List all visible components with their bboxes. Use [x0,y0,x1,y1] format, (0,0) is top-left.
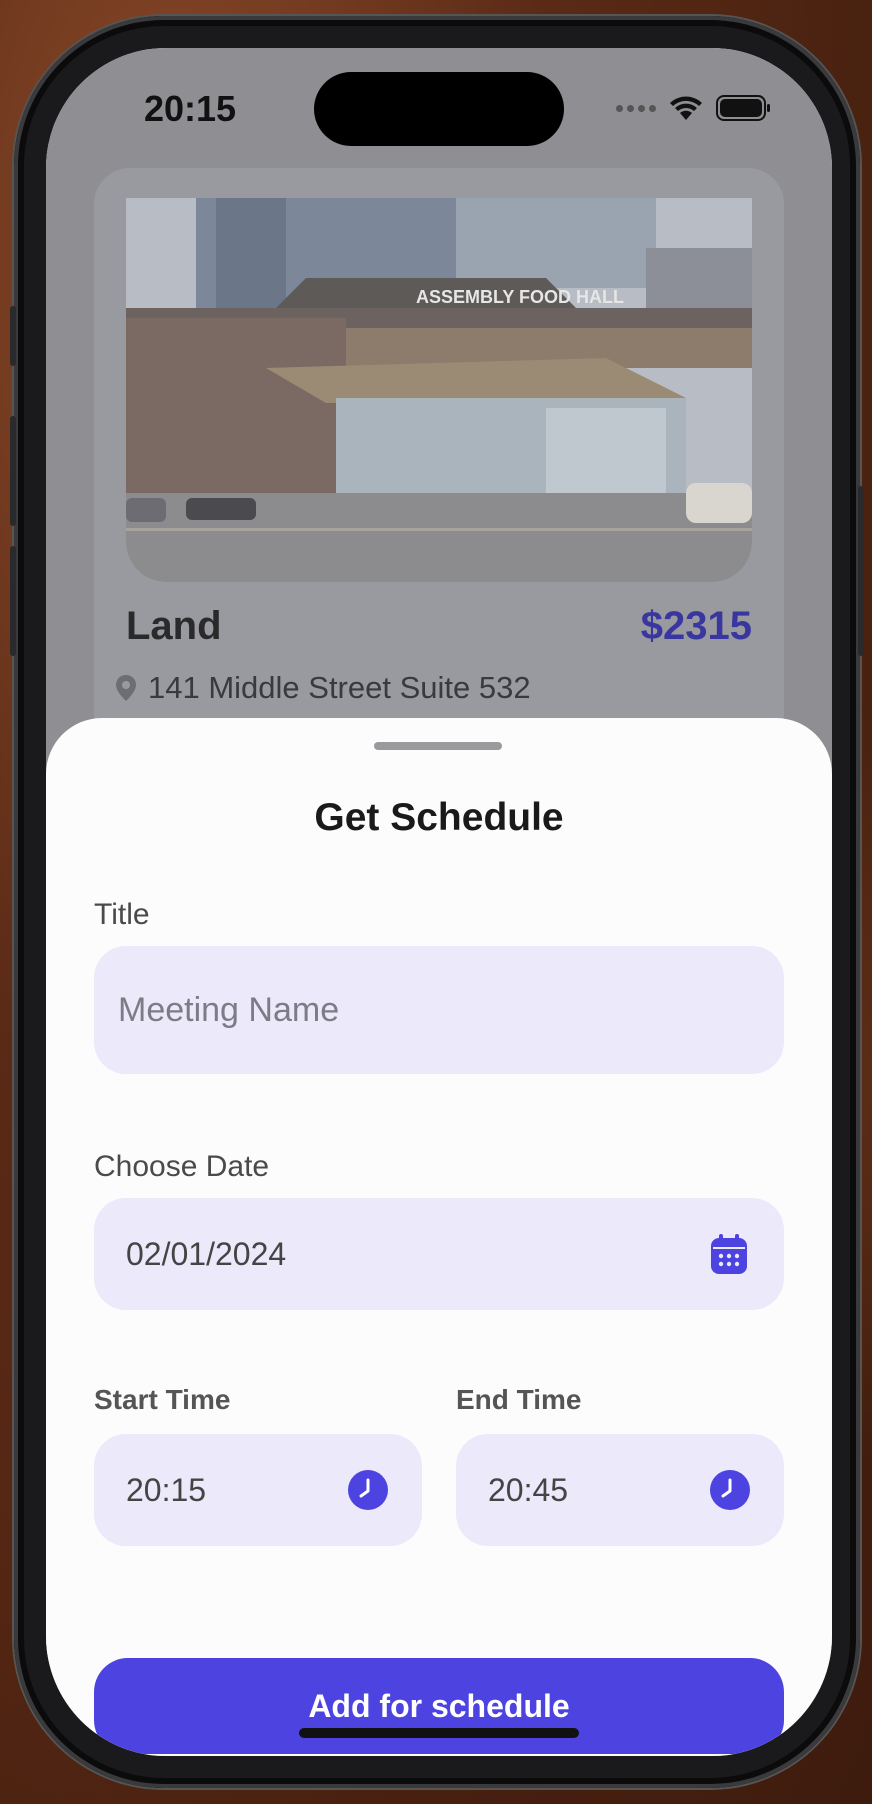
status-time: 20:15 [144,88,237,129]
clock-icon[interactable] [348,1470,388,1510]
building-sign: ASSEMBLY FOOD HALL [416,287,624,307]
sheet-title: Get Schedule [314,796,564,839]
end-time-value: 20:45 [488,1471,569,1508]
start-time-field[interactable]: 20:15 [94,1434,422,1546]
cellular-signal-icon [616,104,656,112]
end-time-label: End Time [456,1384,582,1415]
calendar-icon[interactable] [710,1233,748,1275]
date-field[interactable]: 02/01/2024 [94,1198,784,1310]
start-time-value: 20:15 [126,1471,207,1508]
wifi-icon [670,96,702,120]
date-value: 02/01/2024 [126,1235,287,1272]
property-address: 141 Middle Street Suite 532 [114,670,531,706]
phone-screen: 20:15 ASSEMBLY FOOD HALL Land $2315 141 … [46,48,832,1756]
property-price: $2315 [640,604,752,648]
dynamic-island [314,72,564,146]
volume-down-button [10,546,16,656]
location-pin-icon [116,675,136,701]
property-image: ASSEMBLY FOOD HALL [126,198,752,582]
battery-icon [716,95,770,121]
mute-switch [10,306,16,366]
power-button [858,486,864,656]
title-label: Title [94,898,150,931]
clock-icon[interactable] [710,1470,750,1510]
end-time-field[interactable]: 20:45 [456,1434,784,1546]
title-field[interactable] [94,946,784,1074]
property-photo: ASSEMBLY FOOD HALL [126,198,752,582]
status-icons [616,94,772,122]
property-title: Land [126,604,222,648]
meeting-name-input[interactable] [94,990,784,1030]
schedule-sheet: Get Schedule Title Choose Date 02/01/202… [46,718,832,1756]
sheet-grabber[interactable] [374,742,502,750]
date-label: Choose Date [94,1150,270,1183]
add-for-schedule-button[interactable]: Add for schedule [94,1658,784,1754]
start-time-label: Start Time [94,1384,231,1415]
home-indicator[interactable] [299,1728,579,1738]
address-text: 141 Middle Street Suite 532 [148,670,531,705]
status-bar: 20:15 [46,48,832,158]
property-card[interactable]: ASSEMBLY FOOD HALL Land $2315 141 Middle… [94,168,784,808]
volume-up-button [10,416,16,526]
